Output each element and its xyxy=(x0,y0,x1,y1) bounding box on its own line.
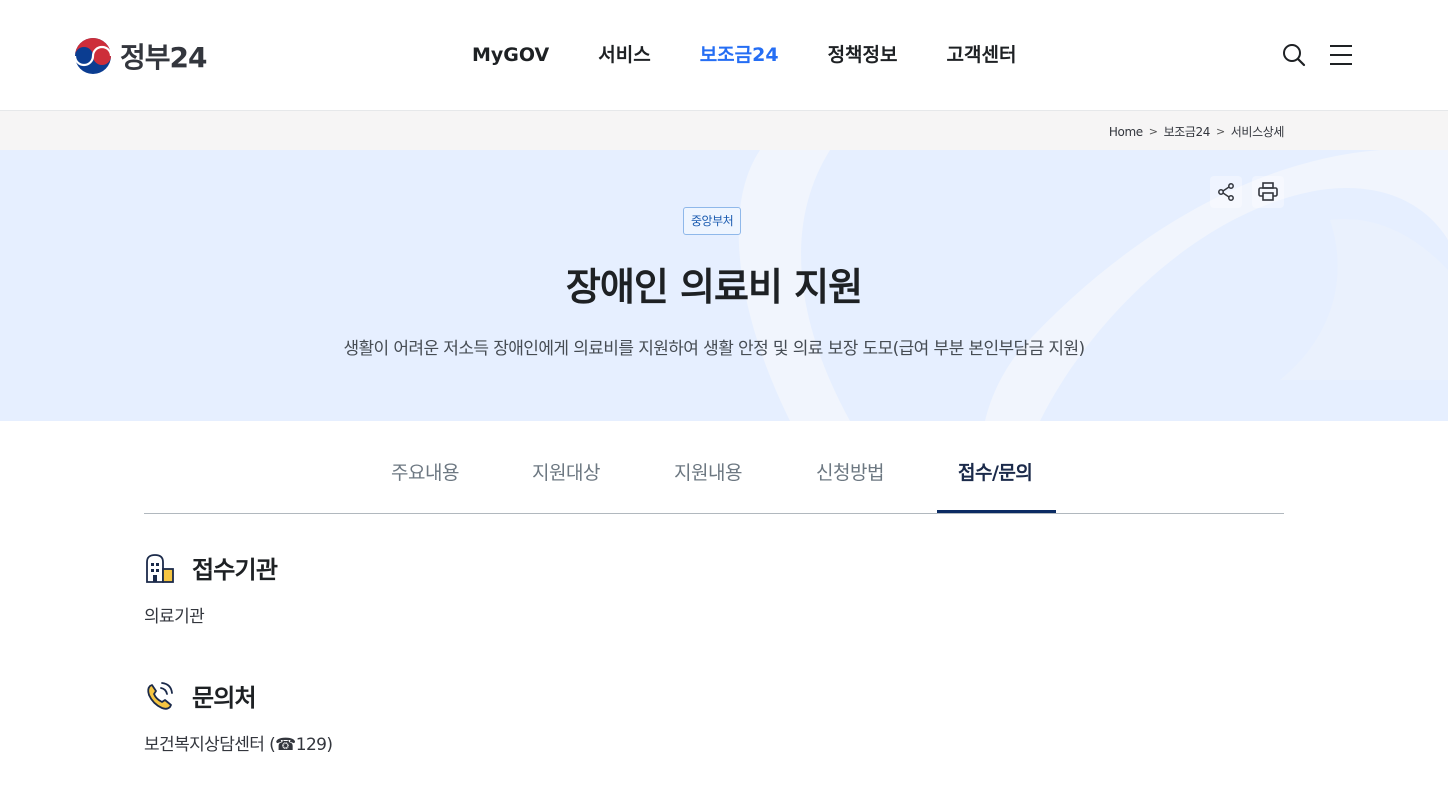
chevron-right-icon: > xyxy=(1148,125,1158,138)
phone-icon xyxy=(147,681,173,710)
ministry-badge: 중앙부처 xyxy=(683,207,742,235)
nav-policy-info[interactable]: 정책정보 xyxy=(828,40,898,70)
reception-heading: 접수기관 xyxy=(144,550,278,585)
print-button[interactable] xyxy=(1252,176,1284,208)
tab-main-content[interactable]: 주요내용 xyxy=(391,458,459,485)
tab-support-details[interactable]: 지원내용 xyxy=(674,458,742,485)
breadcrumb-bar: Home > 보조금24 > 서비스상세 xyxy=(0,111,1448,150)
share-button[interactable] xyxy=(1210,176,1242,208)
breadcrumb-subsidy24[interactable]: 보조금24 xyxy=(1164,123,1211,140)
tab-how-to-apply[interactable]: 신청방법 xyxy=(816,458,884,485)
hero-tools xyxy=(1210,176,1284,208)
service-hero: 중앙부처 장애인 의료비 지원 생활이 어려운 저소득 장애인에게 의료비를 지… xyxy=(0,150,1448,421)
nav-customer-center[interactable]: 고객센터 xyxy=(947,40,1017,70)
site-header: 정부24 MyGOV 서비스 보조금24 정책정보 고객센터 xyxy=(0,0,1448,111)
building-icon xyxy=(146,553,174,583)
contact-title: 문의처 xyxy=(192,684,257,712)
hamburger-menu-icon[interactable] xyxy=(1328,42,1354,68)
reception-value: 의료기관 xyxy=(144,607,205,627)
share-icon xyxy=(1218,183,1234,201)
contact-value: 보건복지상담센터 (☎129) xyxy=(144,735,333,755)
nav-subsidy24[interactable]: 보조금24 xyxy=(700,40,779,70)
service-title: 장애인 의료비 지원 xyxy=(565,265,863,309)
main-nav: MyGOV 서비스 보조금24 정책정보 고객센터 xyxy=(472,40,1065,70)
tab-eligibility[interactable]: 지원대상 xyxy=(532,458,600,485)
site-logo[interactable]: 정부24 xyxy=(74,36,207,76)
tab-reception-inquiry[interactable]: 접수/문의 xyxy=(958,458,1033,485)
contact-heading: 문의처 xyxy=(144,678,257,713)
logo-text: 정부24 xyxy=(120,41,207,74)
reception-title: 접수기관 xyxy=(192,556,278,584)
service-description: 생활이 어려운 저소득 장애인에게 의료비를 지원하여 생활 안정 및 의료 보… xyxy=(343,339,1085,359)
chevron-right-icon: > xyxy=(1215,125,1225,138)
breadcrumb-current: 서비스상세 xyxy=(1230,125,1285,139)
taegeuk-logo-icon xyxy=(74,38,112,74)
nav-mygov[interactable]: MyGOV xyxy=(472,40,549,70)
search-icon[interactable] xyxy=(1281,42,1307,68)
breadcrumb-home[interactable]: Home xyxy=(1109,125,1143,139)
service-tabs: 주요내용 지원대상 지원내용 신청방법 접수/문의 xyxy=(144,440,1284,514)
active-tab-indicator xyxy=(937,510,1056,513)
breadcrumb: Home > 보조금24 > 서비스상세 xyxy=(1109,123,1284,140)
print-icon xyxy=(1258,182,1278,201)
nav-services[interactable]: 서비스 xyxy=(598,40,650,70)
